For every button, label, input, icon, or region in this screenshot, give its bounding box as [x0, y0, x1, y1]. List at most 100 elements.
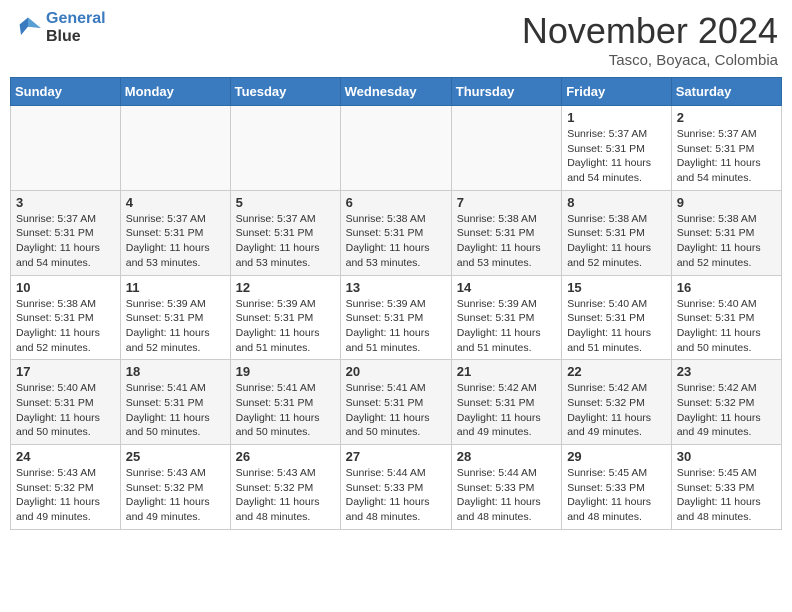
calendar-cell	[120, 106, 230, 191]
day-number: 29	[567, 449, 666, 464]
calendar-cell: 13Sunrise: 5:39 AMSunset: 5:31 PMDayligh…	[340, 275, 451, 360]
calendar-cell	[451, 106, 561, 191]
day-number: 20	[346, 364, 446, 379]
weekday-header-thursday: Thursday	[451, 78, 561, 106]
day-number: 16	[677, 280, 776, 295]
calendar-cell: 21Sunrise: 5:42 AMSunset: 5:31 PMDayligh…	[451, 360, 561, 445]
weekday-header-row: SundayMondayTuesdayWednesdayThursdayFrid…	[11, 78, 782, 106]
day-info: Sunrise: 5:37 AMSunset: 5:31 PMDaylight:…	[16, 212, 115, 271]
calendar-cell: 9 Sunrise: 5:38 AMSunset: 5:31 PMDaylight…	[671, 190, 781, 275]
day-info: Sunrise: 5:38 AMSunset: 5:31 PMDaylight:…	[567, 212, 666, 271]
calendar-week-1: 1 Sunrise: 5:37 AMSunset: 5:31 PMDaylight…	[11, 106, 782, 191]
weekday-header-sunday: Sunday	[11, 78, 121, 106]
calendar-cell: 5 Sunrise: 5:37 AMSunset: 5:31 PMDaylight…	[230, 190, 340, 275]
day-number: 6	[346, 195, 446, 210]
calendar-cell: 18Sunrise: 5:41 AMSunset: 5:31 PMDayligh…	[120, 360, 230, 445]
day-info: Sunrise: 5:39 AMSunset: 5:31 PMDaylight:…	[236, 297, 335, 356]
calendar-cell: 2 Sunrise: 5:37 AMSunset: 5:31 PMDaylight…	[671, 106, 781, 191]
calendar-cell: 27 Sunrise: 5:44 AMSunset: 5:33 PMDayligh…	[340, 445, 451, 530]
day-number: 12	[236, 280, 335, 295]
calendar-cell: 23Sunrise: 5:42 AMSunset: 5:32 PMDayligh…	[671, 360, 781, 445]
day-info: Sunrise: 5:38 AMSunset: 5:31 PMDaylight:…	[677, 212, 776, 271]
day-info: Sunrise: 5:40 AMSunset: 5:31 PMDaylight:…	[567, 297, 666, 356]
location-subtitle: Tasco, Boyaca, Colombia	[522, 52, 778, 69]
calendar-cell: 12 Sunrise: 5:39 AMSunset: 5:31 PMDayligh…	[230, 275, 340, 360]
day-number: 5	[236, 195, 335, 210]
day-info: Sunrise: 5:37 AMSunset: 5:31 PMDaylight:…	[567, 127, 666, 186]
calendar-cell: 3 Sunrise: 5:37 AMSunset: 5:31 PMDaylight…	[11, 190, 121, 275]
calendar-cell: 8 Sunrise: 5:38 AMSunset: 5:31 PMDaylight…	[562, 190, 672, 275]
day-number: 1	[567, 110, 666, 125]
calendar-cell	[230, 106, 340, 191]
day-info: Sunrise: 5:38 AMSunset: 5:31 PMDaylight:…	[457, 212, 556, 271]
weekday-header-wednesday: Wednesday	[340, 78, 451, 106]
logo: General Blue	[14, 10, 106, 45]
day-info: Sunrise: 5:43 AMSunset: 5:32 PMDaylight:…	[236, 466, 335, 525]
calendar-cell: 16 Sunrise: 5:40 AMSunset: 5:31 PMDayligh…	[671, 275, 781, 360]
calendar-week-2: 3 Sunrise: 5:37 AMSunset: 5:31 PMDaylight…	[11, 190, 782, 275]
month-title: November 2024	[522, 10, 778, 52]
day-number: 11	[126, 280, 225, 295]
calendar-cell	[11, 106, 121, 191]
logo-icon	[14, 14, 42, 42]
calendar-cell: 15Sunrise: 5:40 AMSunset: 5:31 PMDayligh…	[562, 275, 672, 360]
calendar-cell: 25Sunrise: 5:43 AMSunset: 5:32 PMDayligh…	[120, 445, 230, 530]
calendar-cell: 1 Sunrise: 5:37 AMSunset: 5:31 PMDaylight…	[562, 106, 672, 191]
page-header: General Blue November 2024 Tasco, Boyaca…	[10, 10, 782, 69]
day-info: Sunrise: 5:45 AMSunset: 5:33 PMDaylight:…	[567, 466, 666, 525]
calendar-week-3: 10Sunrise: 5:38 AMSunset: 5:31 PMDayligh…	[11, 275, 782, 360]
day-info: Sunrise: 5:44 AMSunset: 5:33 PMDaylight:…	[457, 466, 556, 525]
day-info: Sunrise: 5:37 AMSunset: 5:31 PMDaylight:…	[236, 212, 335, 271]
day-info: Sunrise: 5:39 AMSunset: 5:31 PMDaylight:…	[457, 297, 556, 356]
day-info: Sunrise: 5:42 AMSunset: 5:32 PMDaylight:…	[567, 381, 666, 440]
calendar-cell: 4 Sunrise: 5:37 AMSunset: 5:31 PMDaylight…	[120, 190, 230, 275]
calendar-cell: 7 Sunrise: 5:38 AMSunset: 5:31 PMDaylight…	[451, 190, 561, 275]
calendar-cell: 10Sunrise: 5:38 AMSunset: 5:31 PMDayligh…	[11, 275, 121, 360]
day-number: 2	[677, 110, 776, 125]
day-number: 17	[16, 364, 115, 379]
calendar-cell: 17 Sunrise: 5:40 AMSunset: 5:31 PMDayligh…	[11, 360, 121, 445]
calendar-cell: 30 Sunrise: 5:45 AMSunset: 5:33 PMDayligh…	[671, 445, 781, 530]
day-number: 3	[16, 195, 115, 210]
day-number: 26	[236, 449, 335, 464]
day-number: 18	[126, 364, 225, 379]
day-info: Sunrise: 5:41 AMSunset: 5:31 PMDaylight:…	[346, 381, 446, 440]
day-info: Sunrise: 5:38 AMSunset: 5:31 PMDaylight:…	[16, 297, 115, 356]
day-info: Sunrise: 5:45 AMSunset: 5:33 PMDaylight:…	[677, 466, 776, 525]
day-number: 7	[457, 195, 556, 210]
day-number: 25	[126, 449, 225, 464]
day-number: 8	[567, 195, 666, 210]
weekday-header-friday: Friday	[562, 78, 672, 106]
calendar-cell: 22Sunrise: 5:42 AMSunset: 5:32 PMDayligh…	[562, 360, 672, 445]
day-number: 4	[126, 195, 225, 210]
title-block: November 2024 Tasco, Boyaca, Colombia	[522, 10, 778, 69]
calendar-week-5: 24 Sunrise: 5:43 AMSunset: 5:32 PMDayligh…	[11, 445, 782, 530]
day-number: 24	[16, 449, 115, 464]
day-number: 21	[457, 364, 556, 379]
calendar-cell: 20 Sunrise: 5:41 AMSunset: 5:31 PMDayligh…	[340, 360, 451, 445]
calendar-cell: 14Sunrise: 5:39 AMSunset: 5:31 PMDayligh…	[451, 275, 561, 360]
calendar-cell: 29 Sunrise: 5:45 AMSunset: 5:33 PMDayligh…	[562, 445, 672, 530]
day-number: 27	[346, 449, 446, 464]
day-info: Sunrise: 5:40 AMSunset: 5:31 PMDaylight:…	[16, 381, 115, 440]
calendar-cell: 11 Sunrise: 5:39 AMSunset: 5:31 PMDayligh…	[120, 275, 230, 360]
day-number: 23	[677, 364, 776, 379]
weekday-header-tuesday: Tuesday	[230, 78, 340, 106]
day-number: 30	[677, 449, 776, 464]
weekday-header-monday: Monday	[120, 78, 230, 106]
day-info: Sunrise: 5:39 AMSunset: 5:31 PMDaylight:…	[126, 297, 225, 356]
calendar-cell: 19Sunrise: 5:41 AMSunset: 5:31 PMDayligh…	[230, 360, 340, 445]
calendar-cell: 28 Sunrise: 5:44 AMSunset: 5:33 PMDayligh…	[451, 445, 561, 530]
day-number: 9	[677, 195, 776, 210]
day-info: Sunrise: 5:37 AMSunset: 5:31 PMDaylight:…	[126, 212, 225, 271]
weekday-header-saturday: Saturday	[671, 78, 781, 106]
day-info: Sunrise: 5:44 AMSunset: 5:33 PMDaylight:…	[346, 466, 446, 525]
calendar-cell: 24 Sunrise: 5:43 AMSunset: 5:32 PMDayligh…	[11, 445, 121, 530]
day-info: Sunrise: 5:37 AMSunset: 5:31 PMDaylight:…	[677, 127, 776, 186]
day-info: Sunrise: 5:43 AMSunset: 5:32 PMDaylight:…	[16, 466, 115, 525]
calendar-cell	[340, 106, 451, 191]
calendar-week-4: 17 Sunrise: 5:40 AMSunset: 5:31 PMDayligh…	[11, 360, 782, 445]
day-info: Sunrise: 5:40 AMSunset: 5:31 PMDaylight:…	[677, 297, 776, 356]
day-info: Sunrise: 5:39 AMSunset: 5:31 PMDaylight:…	[346, 297, 446, 356]
day-number: 28	[457, 449, 556, 464]
